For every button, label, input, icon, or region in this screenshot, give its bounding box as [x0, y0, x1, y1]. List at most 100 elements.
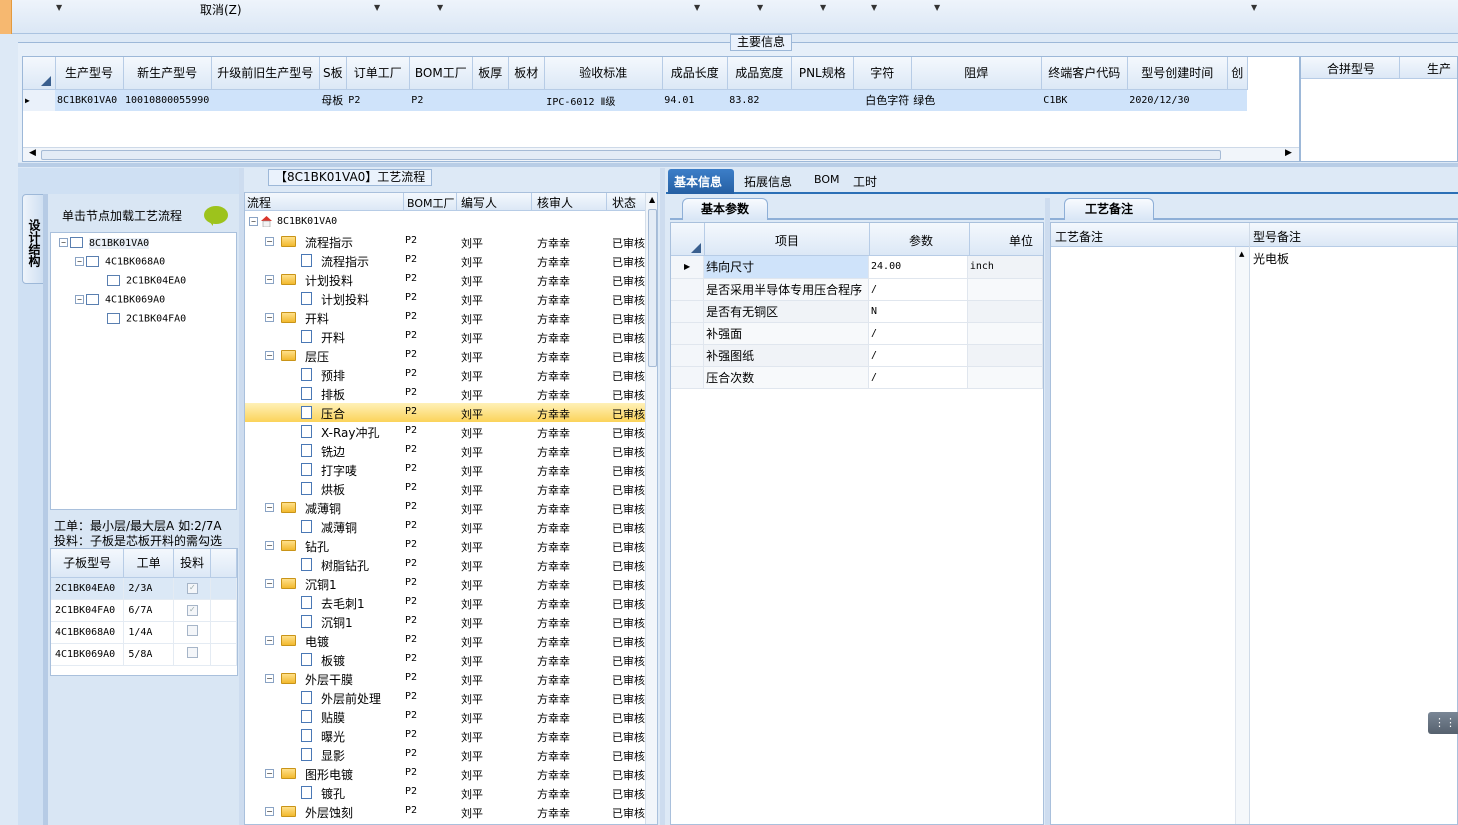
chevron-down-icon[interactable]: ▼: [934, 3, 940, 12]
tab-process-remarks[interactable]: 工艺备注: [1064, 198, 1154, 220]
col-header[interactable]: 成品宽度: [727, 57, 792, 90]
cell[interactable]: inch: [967, 256, 1043, 279]
flow-row[interactable]: − 减薄铜 P2 刘平 方幸幸 已审核: [245, 498, 655, 517]
cell[interactable]: 是否采用半导体专用压合程序: [703, 278, 870, 301]
flow-row[interactable]: − 外层干膜 P2 刘平 方幸幸 已审核: [245, 669, 655, 688]
col-header[interactable]: 验收标准: [544, 57, 663, 90]
cell[interactable]: /: [868, 366, 968, 389]
collapse-icon[interactable]: −: [265, 636, 274, 645]
chevron-down-icon[interactable]: ▼: [871, 3, 877, 12]
col-header[interactable]: 终端客户代码: [1041, 57, 1128, 90]
flow-row[interactable]: 流程指示 P2 刘平 方幸幸 已审核: [245, 251, 655, 270]
cell[interactable]: 4C1BK069A0: [51, 643, 125, 666]
col-header[interactable]: 状态: [612, 194, 636, 211]
col-header[interactable]: 项目: [775, 232, 799, 249]
checkbox-cell[interactable]: ✓: [173, 577, 212, 600]
horizontal-scrollbar[interactable]: ◀ ▶: [23, 147, 1299, 161]
col-header[interactable]: 编写人: [461, 194, 497, 211]
scroll-up-icon[interactable]: ▲: [1239, 250, 1244, 258]
flow-row[interactable]: 排板 P2 刘平 方幸幸 已审核: [245, 384, 655, 403]
cell[interactable]: /: [868, 344, 968, 367]
checkbox[interactable]: [186, 625, 198, 636]
cell[interactable]: 24.00: [868, 256, 968, 279]
tree-node[interactable]: −4C1BK069A0: [75, 294, 165, 306]
tab-extended-info[interactable]: 拓展信息: [744, 173, 792, 190]
table-row[interactable]: 补强面 /: [671, 322, 1043, 345]
col-header[interactable]: 阻焊: [911, 57, 1042, 90]
flow-row[interactable]: − 钻孔 P2 刘平 方幸幸 已审核: [245, 536, 655, 555]
cell[interactable]: [791, 89, 854, 111]
collapse-icon[interactable]: −: [265, 237, 274, 246]
table-row[interactable]: 补强图纸 /: [671, 344, 1043, 367]
vertical-scrollbar[interactable]: ▲: [645, 193, 657, 824]
cell[interactable]: 2C1BK04EA0: [51, 577, 125, 600]
table-row[interactable]: 是否采用半导体专用压合程序 /: [671, 278, 1043, 301]
tree-node[interactable]: −4C1BK068A0: [75, 256, 165, 268]
main-info-grid[interactable]: 生产型号 新生产型号 升级前旧生产型号 S板 订单工厂 BOM工厂 板厚 板材 …: [22, 56, 1300, 162]
tab-basic-params[interactable]: 基本参数: [682, 198, 768, 220]
cell[interactable]: 5/8A: [123, 643, 174, 666]
col-header[interactable]: 新生产型号: [123, 57, 212, 90]
floating-dock-button[interactable]: ⋮⋮ C: [1428, 712, 1458, 734]
cell[interactable]: 94.01: [662, 89, 728, 111]
horizontal-splitter[interactable]: [18, 163, 1458, 167]
cell[interactable]: 绿色: [911, 89, 1042, 111]
cell[interactable]: 8C1BK01VA0: [55, 89, 123, 111]
chevron-down-icon[interactable]: ▼: [437, 3, 443, 12]
flow-row[interactable]: − 开料 P2 刘平 方幸幸 已审核: [245, 308, 655, 327]
cell[interactable]: N: [868, 300, 968, 323]
collapse-icon[interactable]: −: [265, 503, 274, 512]
cell[interactable]: P2: [409, 89, 473, 111]
cell[interactable]: [967, 300, 1043, 323]
tab-bom[interactable]: BOM: [814, 173, 840, 186]
scroll-right-icon[interactable]: ▶: [1285, 148, 1292, 158]
col-header[interactable]: 型号备注: [1253, 228, 1301, 245]
cell[interactable]: [967, 278, 1043, 301]
cell[interactable]: [472, 89, 509, 111]
checkbox-cell[interactable]: [173, 621, 212, 644]
table-row[interactable]: 2C1BK04FA0 6/7A ✓: [51, 599, 237, 622]
col-header[interactable]: 订单工厂: [346, 57, 410, 90]
structure-tree[interactable]: −8C1BK01VA0 −4C1BK068A0 2C1BK04EA0 −4C1B…: [50, 232, 237, 510]
flow-row[interactable]: 去毛刺1 P2 刘平 方幸幸 已审核: [245, 593, 655, 612]
cell[interactable]: [967, 366, 1043, 389]
flow-row[interactable]: 减薄铜 P2 刘平 方幸幸 已审核: [245, 517, 655, 536]
chevron-down-icon[interactable]: ▼: [694, 3, 700, 12]
scroll-left-icon[interactable]: ◀: [29, 148, 36, 158]
col-header[interactable]: 创: [1227, 57, 1248, 90]
flow-row[interactable]: − 计划投料 P2 刘平 方幸幸 已审核: [245, 270, 655, 289]
process-flow-tree[interactable]: 流程 BOM工厂 编写人 核审人 状态 −8C1BK01VA0 − 流程指示 P2 刘…: [244, 192, 658, 825]
cell[interactable]: 4C1BK068A0: [51, 621, 125, 644]
cell[interactable]: 10010800055990: [123, 89, 212, 111]
flow-row[interactable]: 预排 P2 刘平 方幸幸 已审核: [245, 365, 655, 384]
flow-row[interactable]: − 电镀 P2 刘平 方幸幸 已审核: [245, 631, 655, 650]
table-row[interactable]: 4C1BK068A0 1/4A: [51, 621, 237, 644]
col-header[interactable]: BOM工厂: [407, 195, 455, 211]
flow-row[interactable]: 打字唛 P2 刘平 方幸幸 已审核: [245, 460, 655, 479]
model-remark-value[interactable]: 光电板: [1253, 250, 1289, 267]
cell[interactable]: C1BK: [1041, 89, 1128, 111]
collapse-icon[interactable]: −: [265, 579, 274, 588]
cell[interactable]: 1/4A: [123, 621, 174, 644]
collapse-icon[interactable]: −: [265, 541, 274, 550]
cell[interactable]: /: [868, 322, 968, 345]
flow-row[interactable]: 铣边 P2 刘平 方幸幸 已审核: [245, 441, 655, 460]
vertical-splitter[interactable]: [660, 168, 665, 825]
tab-basic-info[interactable]: 基本信息: [674, 173, 722, 190]
cancel-button[interactable]: 取消(Z): [200, 1, 242, 18]
collapse-icon[interactable]: −: [265, 313, 274, 322]
scrollbar-thumb[interactable]: [648, 209, 657, 367]
checkbox[interactable]: [186, 647, 198, 658]
chevron-down-icon[interactable]: ▼: [1251, 3, 1257, 12]
col-header[interactable]: 板厚: [472, 57, 509, 90]
col-header[interactable]: 板材: [508, 57, 545, 90]
flow-row[interactable]: − 沉铜1 P2 刘平 方幸幸 已审核: [245, 574, 655, 593]
chevron-down-icon[interactable]: ▼: [374, 3, 380, 12]
chevron-down-icon[interactable]: ▼: [757, 3, 763, 12]
flow-root-node[interactable]: −8C1BK01VA0: [249, 215, 337, 227]
cell[interactable]: [211, 89, 320, 111]
col-header[interactable]: 流程: [247, 194, 271, 211]
collapse-icon[interactable]: −: [265, 275, 274, 284]
col-header[interactable]: 升级前旧生产型号: [211, 57, 320, 90]
cell[interactable]: P2: [346, 89, 410, 111]
